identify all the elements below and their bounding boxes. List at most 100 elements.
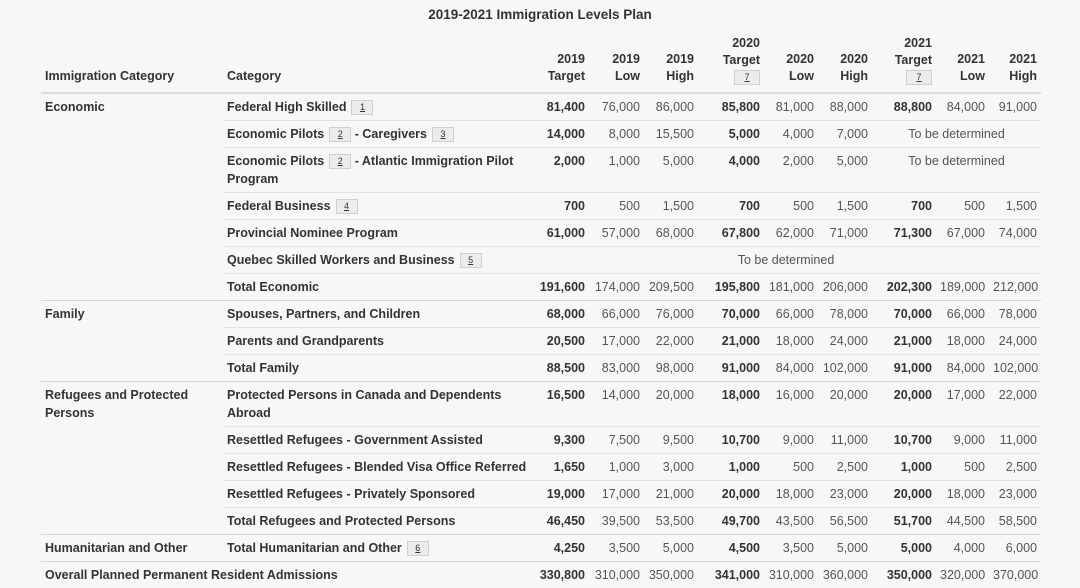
high-value: 74,000 [989,220,1041,247]
target-value: 195,800 [698,274,764,301]
category-cell: Total Economic [223,274,531,301]
footnote-link[interactable]: 7 [906,70,932,85]
total-row: Total Refugees and Protected Persons46,4… [41,508,1041,535]
footnote-link[interactable]: 6 [407,541,429,556]
header-row: Immigration Category Category 2019Target… [41,35,1041,93]
immigration-category-cell [41,355,223,382]
table-row: FamilySpouses, Partners, and Children68,… [41,301,1041,328]
low-value: 67,000 [936,220,989,247]
category-cell: Resettled Refugees - Government Assisted [223,427,531,454]
high-value: 5,000 [644,148,698,193]
target-value: 19,000 [531,481,589,508]
low-value: 17,000 [589,328,644,355]
low-value: 43,500 [764,508,818,535]
category-label: Federal Business [227,199,331,213]
table-row: EconomicFederal High Skilled181,40076,00… [41,93,1041,121]
col-2020-target[interactable]: 2020Target7 [698,35,764,93]
category-cell: Economic Pilots2 - Caregivers3 [223,121,531,148]
overall-value: 310,000 [589,562,644,588]
immigration-category-cell [41,508,223,535]
high-value: 88,000 [818,93,872,121]
target-value: 21,000 [872,328,936,355]
table-row: Resettled Refugees - Government Assisted… [41,427,1041,454]
low-value: 17,000 [936,382,989,427]
col-2019-high[interactable]: 2019High [644,35,698,93]
col-2021-target[interactable]: 2021Target7 [872,35,936,93]
footnote-link[interactable]: 3 [432,127,454,142]
col-2021-low[interactable]: 2021Low [936,35,989,93]
low-value: 83,000 [589,355,644,382]
category-label: Total Refugees and Protected Persons [227,514,455,528]
category-label: Quebec Skilled Workers and Business [227,253,455,267]
col-2019-target[interactable]: 2019Target [531,35,589,93]
immigration-category-cell [41,148,223,193]
low-value: 181,000 [764,274,818,301]
target-value: 2,000 [531,148,589,193]
high-value: 7,000 [818,121,872,148]
low-value: 16,000 [764,382,818,427]
col-category[interactable]: Category [223,35,531,93]
footnote-link[interactable]: 7 [734,70,760,85]
target-value: 191,600 [531,274,589,301]
immigration-category-cell [41,328,223,355]
overall-value: 310,000 [764,562,818,588]
target-value: 20,000 [872,481,936,508]
low-value: 17,000 [589,481,644,508]
high-value: 15,500 [644,121,698,148]
target-value: 4,500 [698,535,764,562]
low-value: 57,000 [589,220,644,247]
low-value: 18,000 [764,328,818,355]
footnote-link[interactable]: 4 [336,199,358,214]
category-label: Resettled Refugees - Government Assisted [227,433,483,447]
category-cell: Total Family [223,355,531,382]
overall-value: 370,000 [989,562,1041,588]
overall-value: 360,000 [818,562,872,588]
immigration-levels-table: Immigration Category Category 2019Target… [41,35,1041,588]
category-cell: Federal High Skilled1 [223,93,531,121]
table-row: Resettled Refugees - Privately Sponsored… [41,481,1041,508]
high-value: 86,000 [644,93,698,121]
footnote-link[interactable]: 2 [329,154,351,169]
low-value: 9,000 [936,427,989,454]
low-value: 18,000 [936,481,989,508]
col-2019-low[interactable]: 2019Low [589,35,644,93]
category-label: Provincial Nominee Program [227,226,398,240]
high-value: 5,000 [644,535,698,562]
overall-label: Overall Planned Permanent Resident Admis… [41,562,531,588]
low-value: 500 [936,454,989,481]
immigration-category-cell [41,454,223,481]
tbd-cell: To be determined [531,247,1041,274]
high-value: 5,000 [818,148,872,193]
col-2020-low[interactable]: 2020Low [764,35,818,93]
category-label: Protected Persons in Canada and Dependen… [227,388,501,420]
col-2020-high[interactable]: 2020High [818,35,872,93]
low-value: 1,000 [589,454,644,481]
high-value: 6,000 [989,535,1041,562]
footnote-link[interactable]: 1 [351,100,373,115]
high-value: 91,000 [989,93,1041,121]
high-value: 3,000 [644,454,698,481]
high-value: 20,000 [644,382,698,427]
low-value: 1,000 [589,148,644,193]
overall-value: 330,800 [531,562,589,588]
low-value: 9,000 [764,427,818,454]
low-value: 174,000 [589,274,644,301]
table-row: Resettled Refugees - Blended Visa Office… [41,454,1041,481]
category-cell: Federal Business 4 [223,193,531,220]
category-cell: Provincial Nominee Program [223,220,531,247]
col-2021-high[interactable]: 2021High [989,35,1041,93]
low-value: 189,000 [936,274,989,301]
low-value: 44,500 [936,508,989,535]
target-value: 4,000 [698,148,764,193]
low-value: 66,000 [764,301,818,328]
low-value: 8,000 [589,121,644,148]
footnote-link[interactable]: 5 [460,253,482,268]
overall-value: 350,000 [872,562,936,588]
target-value: 10,700 [872,427,936,454]
footnote-link[interactable]: 2 [329,127,351,142]
target-value: 9,300 [531,427,589,454]
low-value: 84,000 [764,355,818,382]
target-value: 20,000 [698,481,764,508]
target-value: 61,000 [531,220,589,247]
col-immigration-category[interactable]: Immigration Category [41,35,223,93]
